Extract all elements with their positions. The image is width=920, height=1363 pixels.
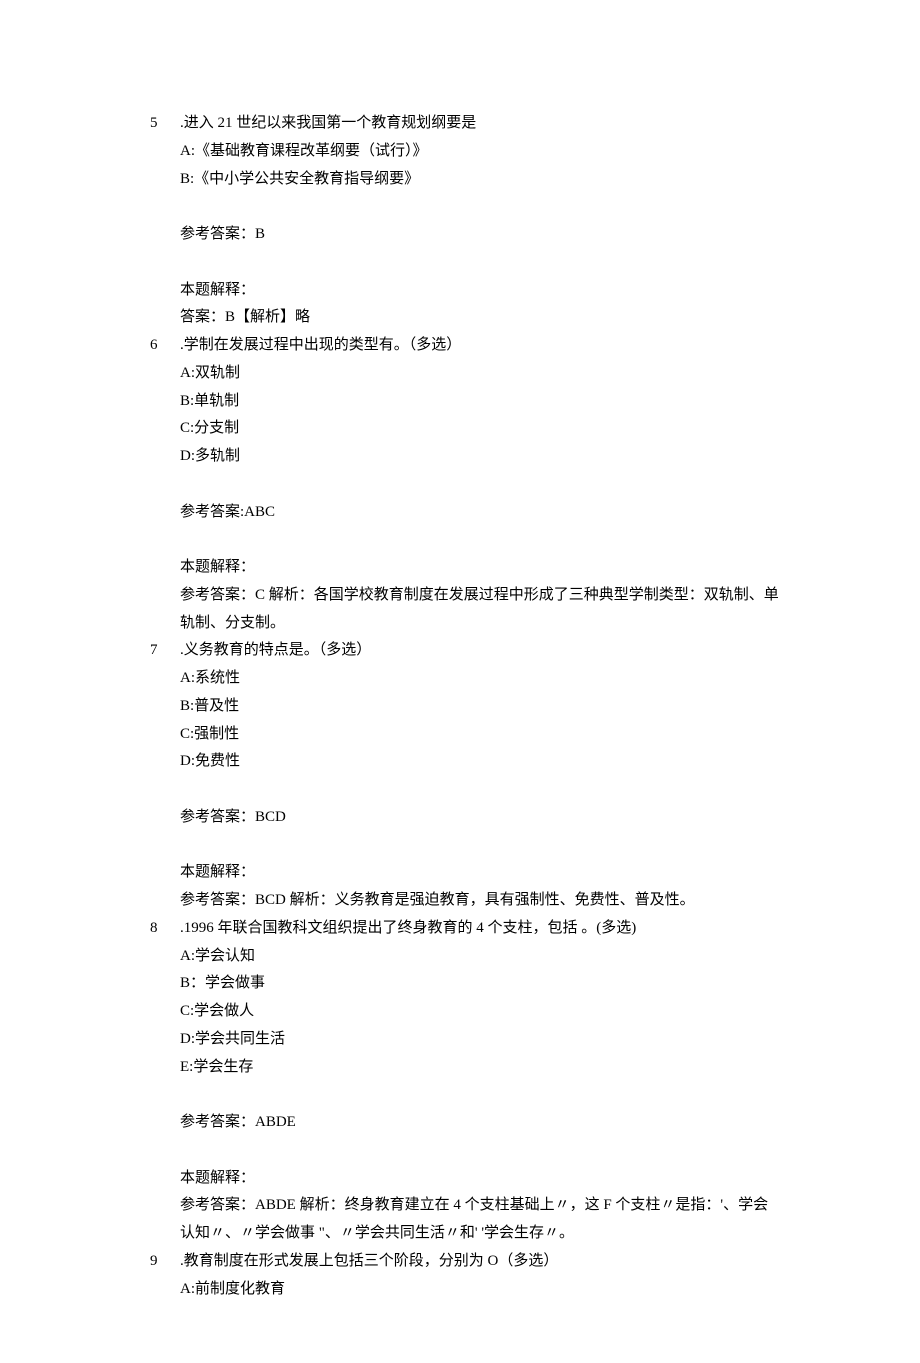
explanation-label: 本题解释： [150, 554, 780, 582]
explanation-label: 本题解释： [150, 1165, 780, 1193]
option-d: D:免费性 [150, 748, 780, 776]
question-stem: .进入 21 世纪以来我国第一个教育规划纲要是 [180, 110, 780, 138]
answer-label: 参考答案：ABDE [150, 1109, 780, 1137]
question-stem: .义务教育的特点是。（多选） [180, 637, 780, 665]
question-number: 6 [150, 332, 180, 360]
option-a: A:《基础教育课程改革纲要（试行）》 [150, 138, 780, 166]
option-d: D:多轨制 [150, 443, 780, 471]
question-row: 8 .1996 年联合国教科文组织提出了终身教育的 4 个支柱，包括 。(多选) [150, 915, 780, 943]
blank-line [150, 193, 780, 221]
blank-line [150, 776, 780, 804]
option-a: A:双轨制 [150, 360, 780, 388]
question-number: 9 [150, 1248, 180, 1276]
option-d: D:学会共同生活 [150, 1026, 780, 1054]
option-b: B：学会做事 [150, 970, 780, 998]
option-c: C:学会做人 [150, 998, 780, 1026]
explanation-label: 本题解释： [150, 277, 780, 305]
explanation-text: 答案：B【解析】略 [150, 304, 780, 332]
option-b: B:单轨制 [150, 388, 780, 416]
answer-label: 参考答案:ABC [150, 499, 780, 527]
question-stem: .教育制度在形式发展上包括三个阶段，分别为 O（多选） [180, 1248, 780, 1276]
explanation-label: 本题解释： [150, 859, 780, 887]
explanation-text: 参考答案：BCD 解析：义务教育是强迫教育，具有强制性、免费性、普及性。 [150, 887, 780, 915]
question-row: 5 .进入 21 世纪以来我国第一个教育规划纲要是 [150, 110, 780, 138]
answer-label: 参考答案：BCD [150, 804, 780, 832]
explanation-text: 参考答案：ABDE 解析：终身教育建立在 4 个支柱基础上〃，这 F 个支柱〃是… [150, 1192, 780, 1248]
answer-label: 参考答案：B [150, 221, 780, 249]
option-a: A:学会认知 [150, 943, 780, 971]
option-c: C:分支制 [150, 415, 780, 443]
blank-line [150, 832, 780, 860]
question-number: 7 [150, 637, 180, 665]
blank-line [150, 1137, 780, 1165]
question-stem: .1996 年联合国教科文组织提出了终身教育的 4 个支柱，包括 。(多选) [180, 915, 780, 943]
blank-line [150, 526, 780, 554]
question-stem: .学制在发展过程中出现的类型有。（多选） [180, 332, 780, 360]
blank-line [150, 1081, 780, 1109]
question-row: 9 .教育制度在形式发展上包括三个阶段，分别为 O（多选） [150, 1248, 780, 1276]
option-b: B:普及性 [150, 693, 780, 721]
blank-line [150, 249, 780, 277]
option-a: A:前制度化教育 [150, 1276, 780, 1304]
option-b: B:《中小学公共安全教育指导纲要》 [150, 166, 780, 194]
explanation-text: 参考答案：C 解析：各国学校教育制度在发展过程中形成了三种典型学制类型：双轨制、… [150, 582, 780, 638]
option-a: A:系统性 [150, 665, 780, 693]
question-row: 6 .学制在发展过程中出现的类型有。（多选） [150, 332, 780, 360]
option-e: E:学会生存 [150, 1054, 780, 1082]
question-row: 7 .义务教育的特点是。（多选） [150, 637, 780, 665]
option-c: C:强制性 [150, 721, 780, 749]
question-number: 8 [150, 915, 180, 943]
blank-line [150, 471, 780, 499]
question-number: 5 [150, 110, 180, 138]
document-page: 5 .进入 21 世纪以来我国第一个教育规划纲要是 A:《基础教育课程改革纲要（… [0, 0, 920, 1363]
